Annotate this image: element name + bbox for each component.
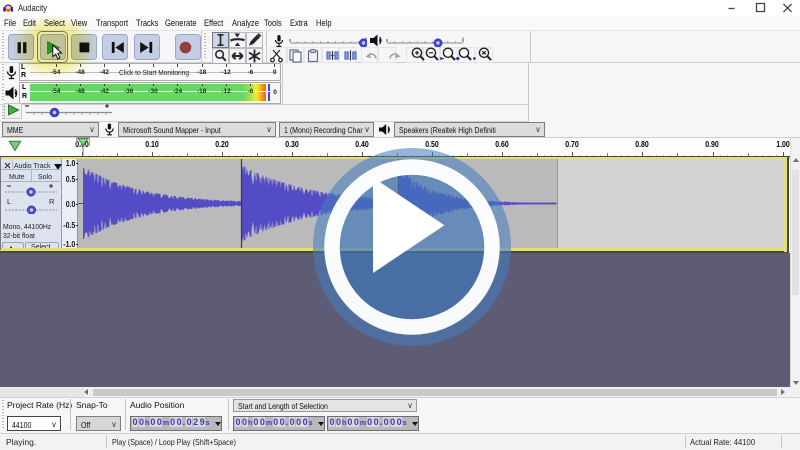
svg-text:L: L <box>7 197 11 206</box>
svg-text:R: R <box>49 197 55 206</box>
